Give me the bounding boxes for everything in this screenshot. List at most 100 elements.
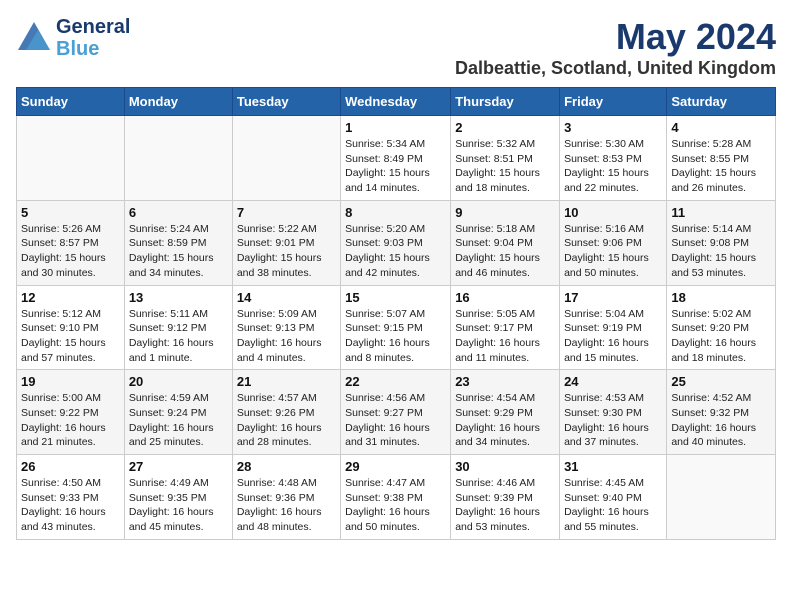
calendar-table: SundayMondayTuesdayWednesdayThursdayFrid… [16, 87, 776, 540]
weekday-header-row: SundayMondayTuesdayWednesdayThursdayFrid… [17, 88, 776, 116]
day-info: Sunrise: 4:48 AM Sunset: 9:36 PM Dayligh… [237, 476, 336, 535]
day-number: 29 [345, 459, 446, 474]
calendar-cell: 18Sunrise: 5:02 AM Sunset: 9:20 PM Dayli… [667, 285, 776, 370]
day-number: 12 [21, 290, 120, 305]
calendar-cell: 21Sunrise: 4:57 AM Sunset: 9:26 PM Dayli… [232, 370, 340, 455]
day-number: 8 [345, 205, 446, 220]
calendar-cell: 7Sunrise: 5:22 AM Sunset: 9:01 PM Daylig… [232, 200, 340, 285]
day-number: 27 [129, 459, 228, 474]
day-number: 24 [564, 374, 662, 389]
day-info: Sunrise: 4:46 AM Sunset: 9:39 PM Dayligh… [455, 476, 555, 535]
calendar-cell: 24Sunrise: 4:53 AM Sunset: 9:30 PM Dayli… [560, 370, 667, 455]
logo-icon [16, 20, 52, 56]
weekday-header-monday: Monday [124, 88, 232, 116]
day-number: 3 [564, 120, 662, 135]
calendar-cell [232, 116, 340, 201]
day-info: Sunrise: 5:32 AM Sunset: 8:51 PM Dayligh… [455, 137, 555, 196]
logo-line1: General [56, 16, 130, 38]
day-number: 1 [345, 120, 446, 135]
calendar-cell [124, 116, 232, 201]
day-number: 4 [671, 120, 771, 135]
day-number: 11 [671, 205, 771, 220]
day-number: 26 [21, 459, 120, 474]
week-row-1: 1 Sunrise: 5:34 AM Sunset: 8:49 PM Daylig… [17, 116, 776, 201]
calendar-cell: 30 Sunrise: 4:46 AM Sunset: 9:39 PM Dayli… [451, 455, 560, 540]
day-number: 10 [564, 205, 662, 220]
day-info: Sunrise: 5:28 AM Sunset: 8:55 PM Dayligh… [671, 137, 771, 196]
subtitle: Dalbeattie, Scotland, United Kingdom [455, 58, 776, 79]
day-info: Sunrise: 4:49 AM Sunset: 9:35 PM Dayligh… [129, 476, 228, 535]
weekday-header-tuesday: Tuesday [232, 88, 340, 116]
calendar-cell: 4 Sunrise: 5:28 AM Sunset: 8:55 PM Daylig… [667, 116, 776, 201]
calendar-cell: 8Sunrise: 5:20 AM Sunset: 9:03 PM Daylig… [341, 200, 451, 285]
week-row-3: 12 Sunrise: 5:12 AM Sunset: 9:10 PM Dayli… [17, 285, 776, 370]
weekday-header-saturday: Saturday [667, 88, 776, 116]
day-number: 7 [237, 205, 336, 220]
logo: General Blue [16, 16, 130, 60]
calendar-cell: 14 Sunrise: 5:09 AM Sunset: 9:13 PM Dayli… [232, 285, 340, 370]
day-info: Sunrise: 5:26 AM Sunset: 8:57 PM Dayligh… [21, 222, 120, 281]
day-info: Sunrise: 4:59 AM Sunset: 9:24 PM Dayligh… [129, 391, 228, 450]
day-info: Sunrise: 5:07 AM Sunset: 9:15 PM Dayligh… [345, 307, 446, 366]
calendar-cell: 9 Sunrise: 5:18 AM Sunset: 9:04 PM Daylig… [451, 200, 560, 285]
day-number: 23 [455, 374, 555, 389]
day-info: Sunrise: 5:16 AM Sunset: 9:06 PM Dayligh… [564, 222, 662, 281]
main-title: May 2024 [455, 16, 776, 58]
title-block: May 2024 Dalbeattie, Scotland, United Ki… [455, 16, 776, 79]
calendar-cell: 27 Sunrise: 4:49 AM Sunset: 9:35 PM Dayli… [124, 455, 232, 540]
day-number: 20 [129, 374, 228, 389]
calendar-cell [17, 116, 125, 201]
day-info: Sunrise: 5:05 AM Sunset: 9:17 PM Dayligh… [455, 307, 555, 366]
calendar-cell: 22Sunrise: 4:56 AM Sunset: 9:27 PM Dayli… [341, 370, 451, 455]
calendar-cell: 29Sunrise: 4:47 AM Sunset: 9:38 PM Dayli… [341, 455, 451, 540]
day-number: 13 [129, 290, 228, 305]
calendar-cell: 25 Sunrise: 4:52 AM Sunset: 9:32 PM Dayli… [667, 370, 776, 455]
day-info: Sunrise: 5:34 AM Sunset: 8:49 PM Dayligh… [345, 137, 446, 196]
calendar-cell: 5Sunrise: 5:26 AM Sunset: 8:57 PM Daylig… [17, 200, 125, 285]
day-info: Sunrise: 4:50 AM Sunset: 9:33 PM Dayligh… [21, 476, 120, 535]
day-info: Sunrise: 5:09 AM Sunset: 9:13 PM Dayligh… [237, 307, 336, 366]
day-number: 31 [564, 459, 662, 474]
logo-line2: Blue [56, 38, 99, 60]
calendar-cell: 20 Sunrise: 4:59 AM Sunset: 9:24 PM Dayli… [124, 370, 232, 455]
day-info: Sunrise: 4:52 AM Sunset: 9:32 PM Dayligh… [671, 391, 771, 450]
weekday-header-friday: Friday [560, 88, 667, 116]
day-info: Sunrise: 5:00 AM Sunset: 9:22 PM Dayligh… [21, 391, 120, 450]
day-info: Sunrise: 5:04 AM Sunset: 9:19 PM Dayligh… [564, 307, 662, 366]
calendar-cell: 23Sunrise: 4:54 AM Sunset: 9:29 PM Dayli… [451, 370, 560, 455]
calendar-cell: 19 Sunrise: 5:00 AM Sunset: 9:22 PM Dayli… [17, 370, 125, 455]
calendar-cell: 31Sunrise: 4:45 AM Sunset: 9:40 PM Dayli… [560, 455, 667, 540]
day-number: 14 [237, 290, 336, 305]
calendar-cell: 1 Sunrise: 5:34 AM Sunset: 8:49 PM Daylig… [341, 116, 451, 201]
week-row-4: 19 Sunrise: 5:00 AM Sunset: 9:22 PM Dayli… [17, 370, 776, 455]
day-info: Sunrise: 5:11 AM Sunset: 9:12 PM Dayligh… [129, 307, 228, 366]
day-number: 2 [455, 120, 555, 135]
day-info: Sunrise: 5:24 AM Sunset: 8:59 PM Dayligh… [129, 222, 228, 281]
page-header: General Blue May 2024 Dalbeattie, Scotla… [16, 16, 776, 79]
day-info: Sunrise: 4:56 AM Sunset: 9:27 PM Dayligh… [345, 391, 446, 450]
calendar-cell: 10 Sunrise: 5:16 AM Sunset: 9:06 PM Dayli… [560, 200, 667, 285]
day-number: 16 [455, 290, 555, 305]
calendar-cell: 16 Sunrise: 5:05 AM Sunset: 9:17 PM Dayli… [451, 285, 560, 370]
day-number: 17 [564, 290, 662, 305]
calendar-cell: 13 Sunrise: 5:11 AM Sunset: 9:12 PM Dayli… [124, 285, 232, 370]
weekday-header-wednesday: Wednesday [341, 88, 451, 116]
calendar-cell: 17 Sunrise: 5:04 AM Sunset: 9:19 PM Dayli… [560, 285, 667, 370]
day-number: 19 [21, 374, 120, 389]
day-number: 25 [671, 374, 771, 389]
calendar-cell: 3 Sunrise: 5:30 AM Sunset: 8:53 PM Daylig… [560, 116, 667, 201]
day-number: 28 [237, 459, 336, 474]
calendar-cell: 26 Sunrise: 4:50 AM Sunset: 9:33 PM Dayli… [17, 455, 125, 540]
day-number: 15 [345, 290, 446, 305]
week-row-2: 5Sunrise: 5:26 AM Sunset: 8:57 PM Daylig… [17, 200, 776, 285]
day-info: Sunrise: 5:14 AM Sunset: 9:08 PM Dayligh… [671, 222, 771, 281]
day-info: Sunrise: 5:18 AM Sunset: 9:04 PM Dayligh… [455, 222, 555, 281]
day-number: 30 [455, 459, 555, 474]
calendar-cell: 2 Sunrise: 5:32 AM Sunset: 8:51 PM Daylig… [451, 116, 560, 201]
day-info: Sunrise: 4:57 AM Sunset: 9:26 PM Dayligh… [237, 391, 336, 450]
day-info: Sunrise: 5:30 AM Sunset: 8:53 PM Dayligh… [564, 137, 662, 196]
weekday-header-thursday: Thursday [451, 88, 560, 116]
day-info: Sunrise: 5:12 AM Sunset: 9:10 PM Dayligh… [21, 307, 120, 366]
day-number: 9 [455, 205, 555, 220]
logo-text: General Blue [56, 16, 130, 60]
